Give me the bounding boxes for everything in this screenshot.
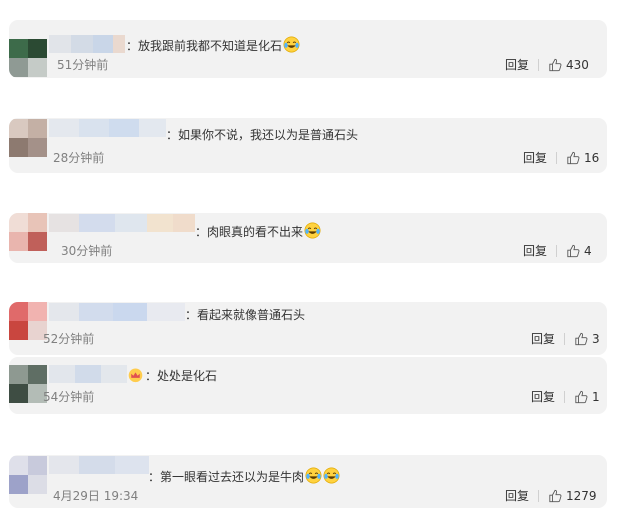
laugh-cry-icon bbox=[305, 467, 322, 484]
avatar[interactable] bbox=[9, 456, 47, 494]
blurred-username[interactable] bbox=[49, 214, 195, 232]
comment-actions: 回复 3 bbox=[531, 331, 600, 347]
blurred-username[interactable] bbox=[49, 303, 185, 321]
blurred-username[interactable] bbox=[49, 456, 149, 474]
comment-separator: ： bbox=[185, 308, 198, 322]
comment-text: ：如果你不说，我还以为是普通石头 bbox=[166, 127, 358, 143]
divider bbox=[538, 59, 540, 71]
laugh-cry-icon bbox=[283, 36, 300, 53]
comment-body: 放我跟前我都不知道是化石 bbox=[138, 39, 283, 53]
divider bbox=[556, 245, 558, 257]
crown-badge-icon bbox=[128, 368, 143, 383]
avatar[interactable] bbox=[9, 119, 47, 157]
laugh-cry-icon bbox=[323, 467, 340, 484]
comment-time: 54分钟前 bbox=[43, 390, 95, 404]
comment-card: ：处处是化石 54分钟前 回复 1 bbox=[9, 357, 607, 414]
reply-button[interactable]: 回复 bbox=[505, 488, 529, 504]
avatar[interactable] bbox=[9, 213, 47, 251]
comment-text: ：第一眼看过去还以为是牛肉 bbox=[148, 467, 340, 485]
comment-card: ：看起来就像普通石头 52分钟前 回复 3 bbox=[9, 302, 607, 355]
comment-time: 4月29日 19:34 bbox=[53, 489, 139, 503]
comment-time: 52分钟前 bbox=[43, 332, 95, 346]
comment-time: 51分钟前 bbox=[57, 58, 109, 72]
like-count: 4 bbox=[584, 244, 592, 258]
divider bbox=[564, 333, 566, 345]
comment-text: ：放我跟前我都不知道是化石 bbox=[126, 36, 300, 54]
reply-button[interactable]: 回复 bbox=[531, 331, 555, 347]
thumbs-up-icon[interactable] bbox=[574, 390, 589, 404]
thumbs-up-icon[interactable] bbox=[548, 489, 563, 503]
comment-separator: ： bbox=[195, 225, 208, 239]
comment-actions: 回复 430 bbox=[505, 57, 589, 73]
comment-actions: 回复 4 bbox=[523, 243, 592, 259]
comment-card: ：放我跟前我都不知道是化石 51分钟前 回复 430 bbox=[9, 20, 607, 78]
comment-separator: ： bbox=[148, 470, 161, 484]
like-count: 430 bbox=[566, 58, 589, 72]
laugh-cry-icon bbox=[304, 222, 321, 239]
comment-body: 第一眼看过去还以为是牛肉 bbox=[160, 470, 305, 484]
comment-actions: 回复 1 bbox=[531, 389, 600, 405]
thumbs-up-icon[interactable] bbox=[548, 58, 563, 72]
reply-button[interactable]: 回复 bbox=[505, 57, 529, 73]
reply-button[interactable]: 回复 bbox=[531, 389, 555, 405]
like-count: 1 bbox=[592, 390, 600, 404]
comment-separator: ： bbox=[145, 369, 158, 383]
divider bbox=[538, 490, 540, 502]
reply-button[interactable]: 回复 bbox=[523, 243, 547, 259]
comment-card: ：第一眼看过去还以为是牛肉 4月29日 19:34 回复 1279 bbox=[9, 455, 607, 508]
like-count: 16 bbox=[584, 151, 600, 165]
thumbs-up-icon[interactable] bbox=[566, 151, 581, 165]
reply-button[interactable]: 回复 bbox=[523, 150, 547, 166]
avatar[interactable] bbox=[9, 39, 47, 77]
comment-text: ：处处是化石 bbox=[127, 366, 217, 384]
divider bbox=[564, 391, 566, 403]
comment-card: ：肉眼真的看不出来 30分钟前 回复 4 bbox=[9, 213, 607, 263]
blurred-username[interactable] bbox=[49, 35, 125, 53]
comment-text: ：看起来就像普通石头 bbox=[185, 307, 305, 323]
comment-body: 看起来就像普通石头 bbox=[197, 308, 306, 322]
comment-separator: ： bbox=[166, 128, 179, 142]
blurred-username[interactable] bbox=[49, 119, 166, 137]
comment-separator: ： bbox=[126, 39, 139, 53]
like-count: 1279 bbox=[566, 489, 597, 503]
comment-card: ：如果你不说，我还以为是普通石头 28分钟前 回复 16 bbox=[9, 118, 607, 173]
thumbs-up-icon[interactable] bbox=[574, 332, 589, 346]
comment-body: 如果你不说，我还以为是普通石头 bbox=[178, 128, 359, 142]
avatar[interactable] bbox=[9, 365, 47, 403]
divider bbox=[556, 152, 558, 164]
like-count: 3 bbox=[592, 332, 600, 346]
comment-time: 30分钟前 bbox=[61, 244, 113, 258]
comment-actions: 回复 1279 bbox=[505, 488, 597, 504]
comment-time: 28分钟前 bbox=[53, 151, 105, 165]
comment-actions: 回复 16 bbox=[523, 150, 599, 166]
comment-text: ：肉眼真的看不出来 bbox=[195, 222, 321, 240]
thumbs-up-icon[interactable] bbox=[566, 244, 581, 258]
comment-body: 肉眼真的看不出来 bbox=[207, 225, 304, 239]
comment-body: 处处是化石 bbox=[157, 369, 218, 383]
avatar[interactable] bbox=[9, 302, 47, 340]
blurred-username[interactable] bbox=[49, 365, 127, 383]
